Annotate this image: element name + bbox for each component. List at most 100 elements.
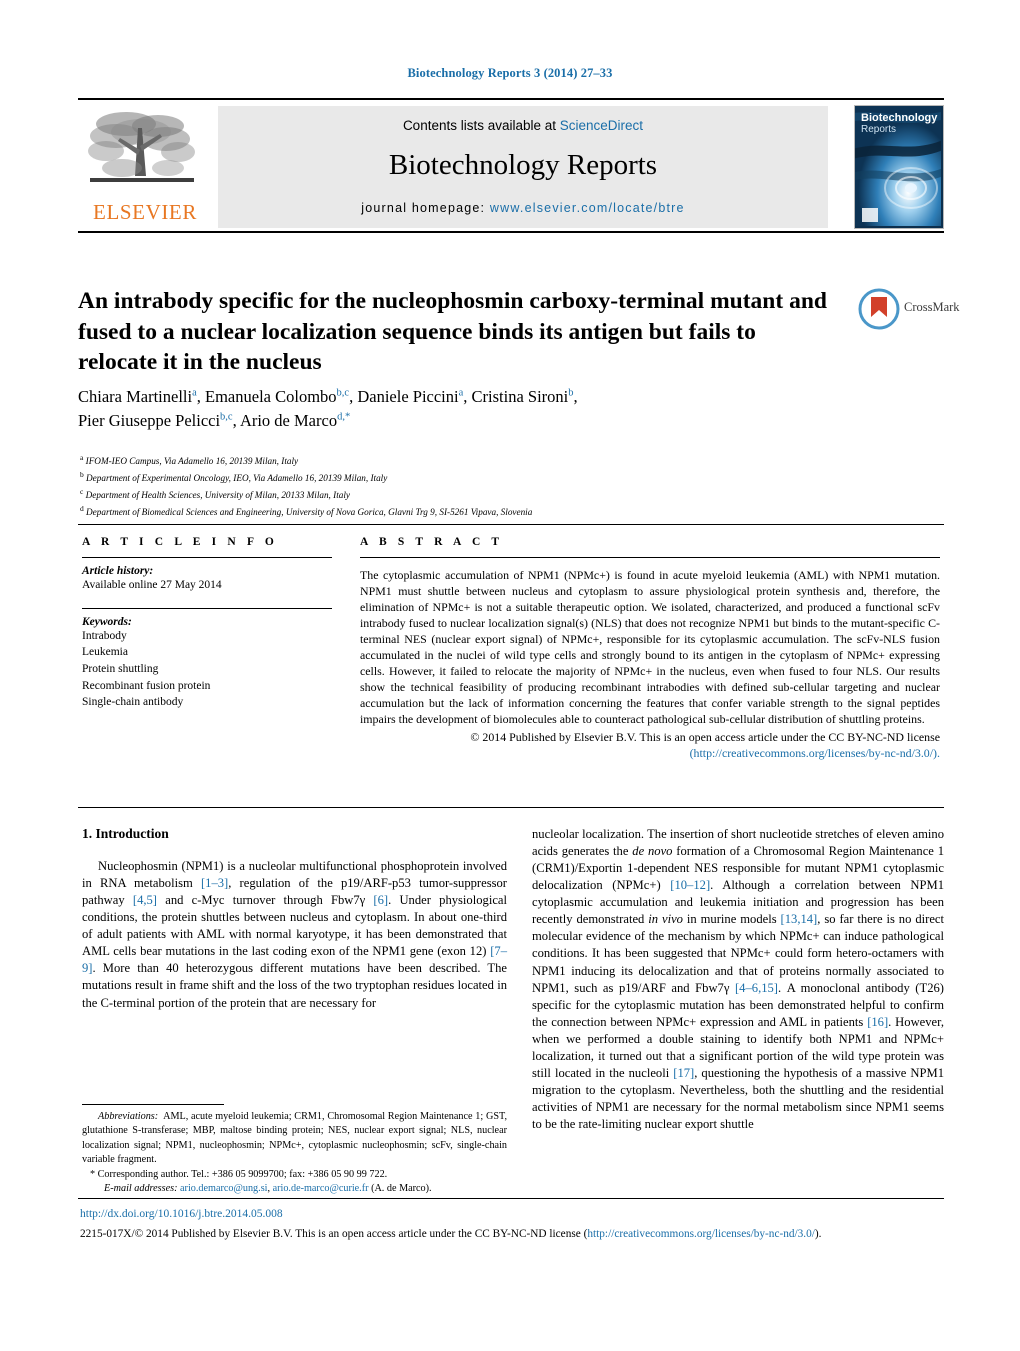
keyword-item: Single-chain antibody (82, 696, 184, 709)
affiliation-text: Department of Biomedical Sciences and En… (86, 506, 533, 517)
affiliation-item: c Department of Health Sciences, Univers… (80, 486, 880, 503)
cover-elsevier-mark-icon (862, 208, 878, 222)
cover-title-line1: Biotechnology (861, 112, 938, 124)
keyword-item: Intrabody (82, 629, 127, 642)
footer-rule (78, 1198, 944, 1199)
abstract-divider (360, 557, 940, 558)
author-affil-mark: b,c (336, 387, 350, 399)
article-info-divider (82, 557, 332, 558)
author-sep: , (463, 387, 472, 406)
homepage-url[interactable]: www.elsevier.com/locate/btre (490, 201, 685, 215)
license-url[interactable]: (http://creativecommons.org/licenses/by-… (690, 746, 940, 760)
article-history-value: Available online 27 May 2014 (82, 579, 222, 591)
affiliation-mark: c (80, 486, 84, 496)
abbreviations-label: Abbreviations: (98, 1111, 159, 1122)
keyword-item: Protein shuttling (82, 663, 159, 676)
abstract-copyright: © 2014 Published by Elsevier B.V. This i… (360, 729, 940, 761)
body-column-right: nucleolar localization. The insertion of… (532, 826, 944, 1133)
affiliation-text: Department of Experimental Oncology, IEO… (86, 473, 388, 484)
journal-masthead: ELSEVIER Contents lists available at Sci… (78, 98, 944, 233)
footnote-block: Abbreviations: AML, acute myeloid leukem… (82, 1110, 507, 1197)
journal-title: Biotechnology Reports (388, 149, 658, 181)
affiliation-mark: a (80, 453, 84, 462)
issn-tail: ). (814, 1228, 822, 1240)
author-list: Chiara Martinellia, Emanuela Colombob,c,… (78, 385, 858, 433)
affiliation-list: a IFOM-IEO Campus, Via Adamello 16, 2013… (80, 452, 880, 520)
cover-title-line2: Reports (861, 123, 897, 135)
email-label: E-mail addresses: (104, 1183, 178, 1195)
affiliation-item: d Department of Biomedical Sciences and … (80, 503, 880, 520)
issn-copyright-line: 2215-017X/© 2014 Published by Elsevier B… (80, 1228, 960, 1240)
elsevier-wordmark: ELSEVIER (93, 200, 197, 224)
article-info-column: A R T I C L E I N F O Article history: A… (82, 536, 332, 711)
journal-banner: Contents lists available at ScienceDirec… (218, 106, 828, 228)
affiliation-mark: b (80, 469, 84, 479)
footer-license-link[interactable]: http://creativecommons.org/licenses/by-n… (587, 1228, 815, 1240)
author-sep: , (232, 410, 240, 430)
author-name: Daniele Piccini (357, 387, 459, 406)
keyword-list: Intrabody Leukemia Protein shuttling Rec… (82, 628, 332, 711)
elsevier-logo: ELSEVIER (78, 104, 212, 230)
intro-paragraph-left: Nucleophosmin (NPM1) is a nucleolar mult… (82, 859, 508, 1010)
title-block: An intrabody specific for the nucleophos… (78, 286, 838, 378)
article-title: An intrabody specific for the nucleophos… (78, 288, 827, 376)
article-history-label: Article history: (82, 565, 154, 577)
intro-paragraph-right: nucleolar localization. The insertion of… (532, 827, 944, 1132)
affiliation-mark: d (80, 503, 84, 513)
running-head: Biotechnology Reports 3 (2014) 27–33 (407, 66, 613, 80)
author-name: Ario de Marco (239, 410, 338, 430)
crossmark-badge[interactable]: CrossMark (858, 288, 960, 332)
email-link-1[interactable]: ario.demarco@ung.si (180, 1183, 267, 1194)
author-name: Chiara Martinelli (78, 387, 193, 406)
author-item: Chiara Martinellia, (78, 387, 205, 406)
contents-prefix: Contents lists available at (402, 118, 560, 133)
email-footnote: E-mail addresses: ario.demarco@ung.si, a… (104, 1183, 432, 1195)
abstract-column: A B S T R A C T The cytoplasmic accumula… (360, 536, 940, 761)
journal-cover-thumbnail: Biotechnology Reports (854, 105, 944, 229)
author-item: Pier Giuseppe Peliccib,c, (78, 411, 240, 430)
author-sep: , (573, 387, 578, 406)
email-suffix: (A. de Marco). (368, 1183, 432, 1195)
homepage-label: journal homepage: (361, 201, 486, 215)
doi-link[interactable]: http://dx.doi.org/10.1016/j.btre.2014.05… (80, 1208, 283, 1220)
copyright-text: © 2014 Published by Elsevier B.V. This i… (470, 730, 940, 744)
author-item: Cristina Sironib, (472, 387, 578, 406)
author-sep: , (196, 387, 206, 406)
email-link-2[interactable]: ario.de-marco@curie.fr (273, 1183, 369, 1194)
info-section-bottom-rule (78, 807, 944, 808)
author-item: Emanuela Colombob,c, (205, 387, 357, 406)
crossmark-label: CrossMark (904, 300, 960, 314)
author-name: Cristina Sironi (471, 387, 569, 406)
journal-homepage-line: journal homepage: www.elsevier.com/locat… (218, 201, 828, 215)
article-first-page: Biotechnology Reports 3 (2014) 27–33 ELS… (0, 0, 1020, 1351)
contents-line: Contents lists available at ScienceDirec… (218, 118, 828, 133)
abstract-heading: A B S T R A C T (360, 536, 504, 548)
corresponding-author-footnote: * Corresponding author. Tel.: +386 05 90… (90, 1168, 388, 1180)
crossmark-icon (858, 288, 900, 330)
issn-text: 2215-017X/© 2014 Published by Elsevier B… (80, 1228, 588, 1240)
sciencedirect-link[interactable]: ScienceDirect (560, 118, 643, 133)
article-info-heading: A R T I C L E I N F O (82, 536, 278, 548)
author-affil-mark: d,* (337, 411, 351, 423)
author-item: Daniele Piccinia, (357, 387, 471, 406)
affiliation-text: Department of Health Sciences, Universit… (85, 490, 350, 500)
author-name: Emanuela Colombo (205, 387, 337, 406)
keyword-item: Recombinant fusion protein (82, 679, 211, 692)
section-heading-introduction: 1. Introduction (82, 826, 169, 841)
keyword-item: Leukemia (82, 646, 128, 659)
keywords-divider (82, 607, 332, 609)
body-column-left: 1. Introduction Nucleophosmin (NPM1) is … (82, 826, 507, 1012)
keywords-label: Keywords: (82, 615, 132, 628)
author-name: Pier Giuseppe Pelicci (78, 410, 221, 430)
abbreviations-footnote: Abbreviations: AML, acute myeloid leukem… (82, 1110, 507, 1168)
affiliation-text: IFOM-IEO Campus, Via Adamello 16, 20139 … (85, 456, 299, 467)
elsevier-tree-icon (88, 112, 195, 182)
info-section-top-rule (78, 524, 944, 525)
affiliation-item: b Department of Experimental Oncology, I… (80, 469, 880, 486)
abstract-text: The cytoplasmic accumulation of NPM1 (NP… (360, 568, 940, 726)
affiliation-item: a IFOM-IEO Campus, Via Adamello 16, 2013… (80, 452, 880, 469)
cover-title: Biotechnology Reports (861, 112, 938, 135)
author-affil-mark: b,c (220, 411, 233, 423)
author-item: Ario de Marcod,* (240, 411, 350, 430)
footnote-rule (82, 1104, 224, 1105)
